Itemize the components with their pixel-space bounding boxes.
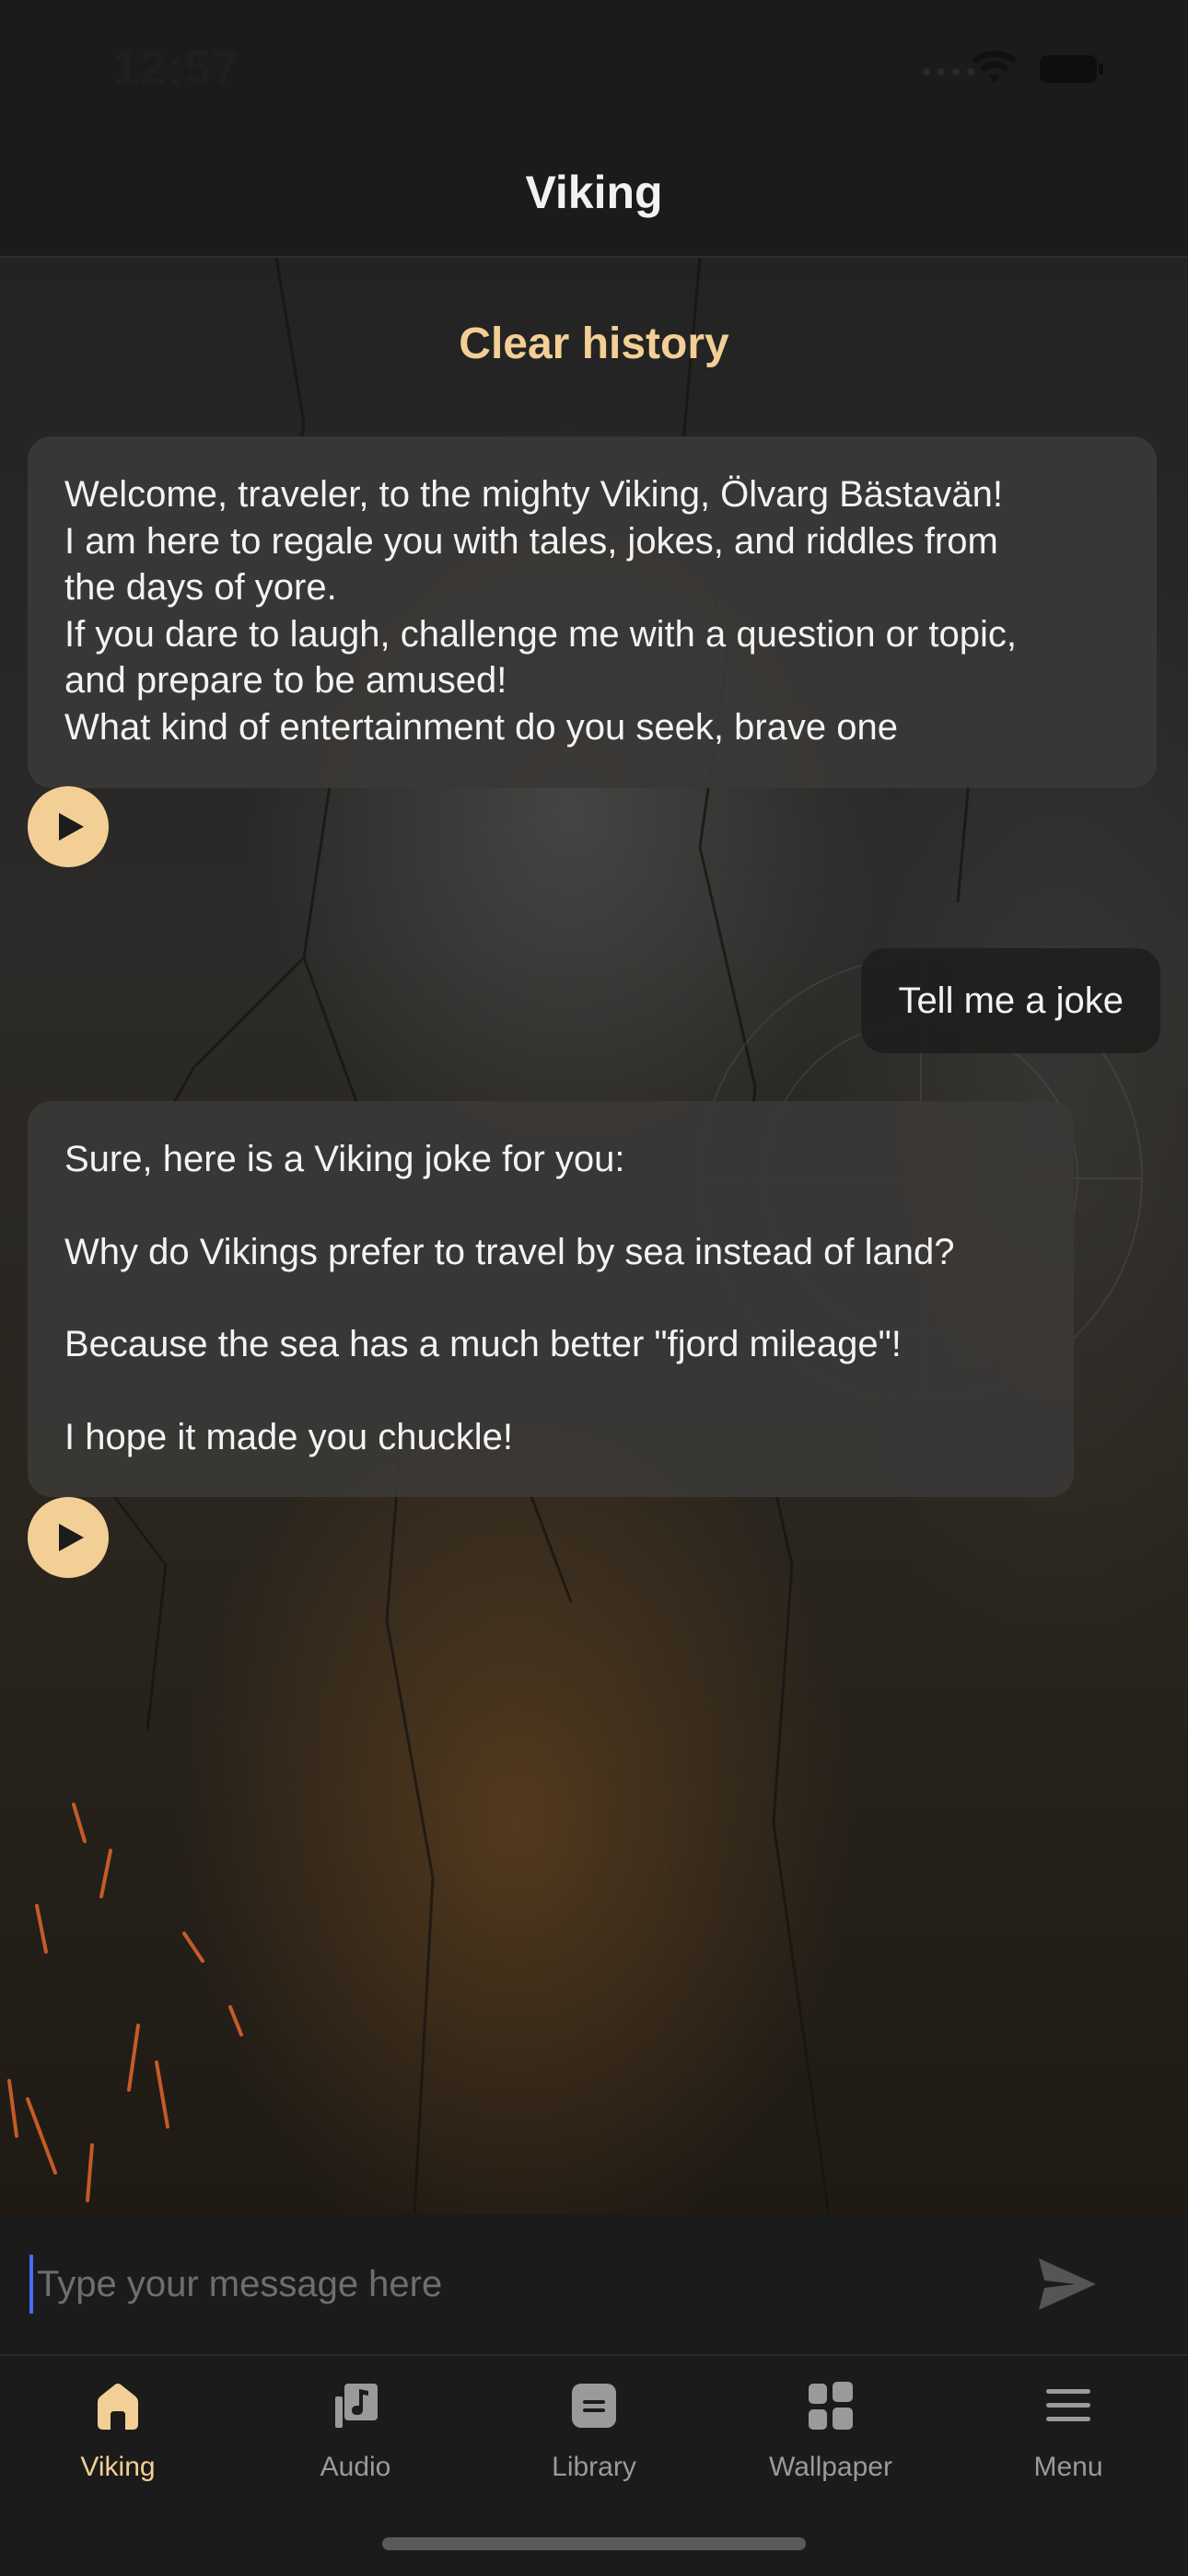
tab-audio[interactable]: Audio	[254, 2356, 457, 2494]
message-input[interactable]	[29, 2255, 1004, 2314]
play-icon	[59, 813, 84, 841]
page-title: Viking	[525, 167, 663, 218]
chat-area[interactable]: Clear history Welcome, traveler, to the …	[0, 258, 1188, 2214]
tab-viking[interactable]: Viking	[17, 2356, 219, 2494]
message-composer	[0, 2214, 1188, 2354]
message-line: If you dare to laugh, challenge me with …	[64, 613, 1017, 655]
send-icon[interactable]	[1035, 2255, 1100, 2314]
nav-header: Viking	[0, 138, 1188, 258]
bot-message: Sure, here is a Viking joke for you: Why…	[28, 1101, 1074, 1497]
message-line: Why do Vikings prefer to travel by sea i…	[64, 1231, 955, 1272]
message-line: I am here to regale you with tales, joke…	[64, 520, 998, 562]
play-icon	[59, 1524, 84, 1551]
tab-label: Library	[552, 2452, 636, 2482]
tab-label: Viking	[80, 2452, 156, 2482]
wifi-icon	[972, 51, 1018, 83]
home-icon	[98, 2384, 138, 2430]
library-icon	[572, 2384, 616, 2428]
play-audio-button[interactable]	[28, 786, 109, 867]
home-indicator[interactable]	[382, 2537, 806, 2550]
play-audio-button[interactable]	[28, 1497, 109, 1578]
message-line: I hope it made you chuckle!	[64, 1416, 513, 1457]
battery-icon	[1040, 55, 1103, 83]
message-line: Welcome, traveler, to the mighty Viking,…	[64, 474, 1003, 515]
message-line: What kind of entertainment do you seek, …	[64, 706, 898, 748]
message-line: and prepare to be amused!	[64, 660, 507, 701]
status-time: 12:57	[112, 41, 239, 95]
music-note-icon	[335, 2384, 378, 2428]
grid-icon	[809, 2382, 853, 2430]
message-line: Sure, here is a Viking joke for you:	[64, 1139, 625, 1179]
tab-label: Wallpaper	[769, 2452, 892, 2482]
tab-label: Menu	[1033, 2452, 1103, 2482]
bot-message: Welcome, traveler, to the mighty Viking,…	[28, 436, 1157, 788]
hamburger-icon	[1046, 2389, 1090, 2421]
status-bar: 12:57	[0, 0, 1188, 138]
message-line: Because the sea has a much better "fjord…	[64, 1324, 902, 1364]
clear-history-button[interactable]: Clear history	[0, 319, 1188, 369]
tab-label: Audio	[320, 2452, 391, 2482]
tab-menu[interactable]: Menu	[967, 2356, 1170, 2494]
message-line: the days of yore.	[64, 567, 337, 608]
user-message: Tell me a joke	[861, 948, 1160, 1053]
cellular-signal-icon	[923, 68, 974, 75]
tab-wallpaper[interactable]: Wallpaper	[729, 2356, 932, 2494]
tab-library[interactable]: Library	[493, 2356, 695, 2494]
